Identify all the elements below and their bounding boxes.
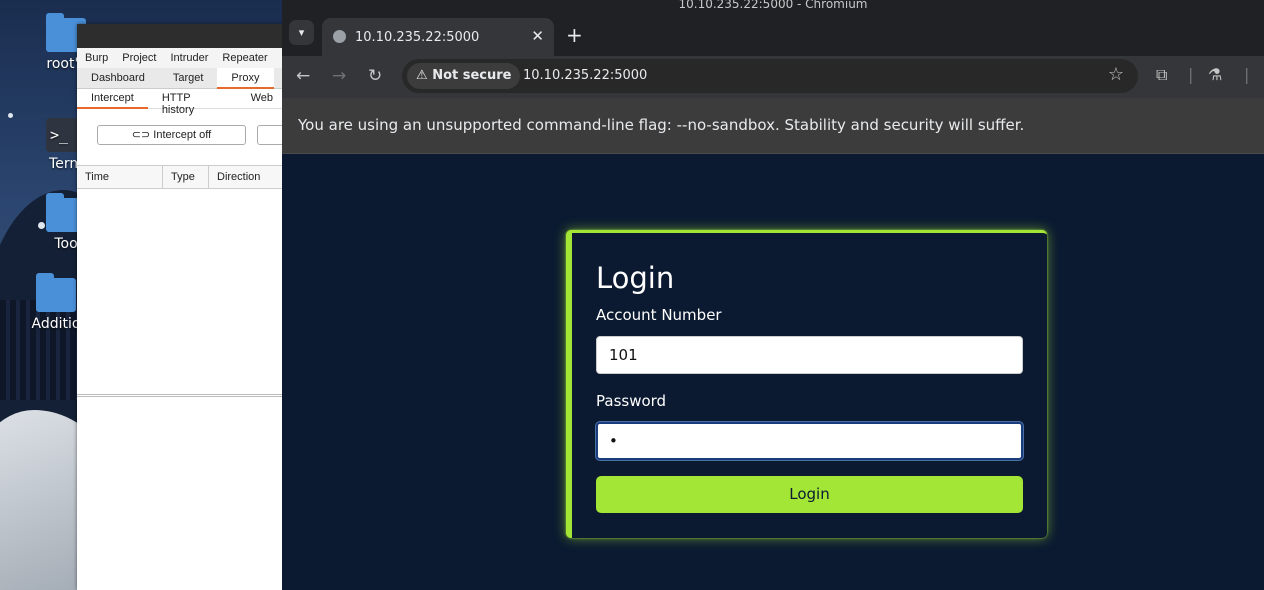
login-button[interactable]: Login [596, 476, 1023, 513]
chromium-window: 10.10.235.22:5000 - Chromium ▾ 10.10.235… [282, 0, 1264, 590]
account-number-input[interactable]: 101 [596, 336, 1023, 374]
toolbar-separator: | [1244, 65, 1250, 84]
tab-http-history[interactable]: HTTP history [148, 89, 237, 116]
toolbar-separator: | [1188, 65, 1194, 84]
password-input[interactable]: • [596, 422, 1023, 460]
reload-icon[interactable]: ↻ [368, 66, 382, 86]
globe-icon [333, 30, 346, 43]
burp-menubar: Burp Project Intruder Repeater [77, 48, 287, 68]
unsupported-flag-infobar: You are using an unsupported command-lin… [282, 98, 1264, 154]
extensions-puzzle-icon[interactable]: ⧉ [1156, 65, 1167, 85]
menu-repeater[interactable]: Repeater [222, 52, 267, 64]
security-chip-label: Not secure [432, 68, 512, 83]
desktop-icon-label: Too [54, 236, 78, 252]
warning-icon: ⚠ [416, 68, 433, 83]
forward-arrow-icon[interactable]: → [332, 66, 346, 86]
folder-icon [36, 273, 76, 312]
dock-indicator-dot [38, 222, 45, 229]
tab-intercept[interactable]: Intercept [77, 89, 148, 109]
tab-target[interactable]: Target [159, 68, 218, 89]
login-card: Login Account Number 101 Password • Logi… [566, 230, 1047, 538]
intercept-table-header: Time Type Direction [77, 165, 287, 189]
column-header-time[interactable]: Time [77, 166, 163, 188]
bookmark-star-icon[interactable]: ☆ [1108, 64, 1124, 85]
back-arrow-icon[interactable]: ← [296, 66, 310, 86]
menu-intruder[interactable]: Intruder [171, 52, 209, 64]
new-tab-plus-icon[interactable]: + [566, 23, 583, 47]
column-header-type[interactable]: Type [163, 166, 209, 188]
tab-websockets[interactable]: Web [237, 89, 287, 109]
tab-dashboard[interactable]: Dashboard [77, 68, 159, 89]
account-number-label: Account Number [596, 306, 722, 324]
tab-title: 10.10.235.22:5000 [355, 30, 480, 45]
intercept-toggle-label: Intercept off [153, 129, 212, 141]
address-bar[interactable]: ⚠ Not secure 10.10.235.22:5000 ☆ [402, 59, 1138, 93]
toggle-icon: ⊂⊃ [131, 129, 154, 141]
labs-flask-icon[interactable]: ⚗ [1208, 65, 1222, 84]
browser-tab[interactable]: 10.10.235.22:5000 ✕ [322, 18, 554, 56]
intercept-toggle-button[interactable]: ⊂⊃ Intercept off [97, 125, 246, 145]
burp-proxy-subtabs: Intercept HTTP history Web [77, 89, 287, 116]
column-header-direction[interactable]: Direction [209, 166, 287, 188]
tab-proxy[interactable]: Proxy [217, 68, 274, 89]
security-chip[interactable]: ⚠ Not secure [407, 63, 521, 89]
close-icon[interactable]: ✕ [531, 27, 544, 45]
chevron-down-icon: ▾ [298, 26, 305, 39]
url-text[interactable]: 10.10.235.22:5000 [523, 68, 647, 83]
menu-burp[interactable]: Burp [85, 52, 108, 64]
menu-project[interactable]: Project [122, 52, 156, 64]
burp-main-tabs: Dashboard Target Proxy [77, 68, 287, 89]
tab-search-button[interactable]: ▾ [289, 20, 314, 45]
window-title: 10.10.235.22:5000 - Chromium [282, 0, 1264, 12]
split-pane-divider[interactable] [77, 394, 287, 397]
dock-indicator-dot [8, 113, 13, 118]
browser-toolbar: ← → ↻ ⚠ Not secure 10.10.235.22:5000 ☆ ⧉… [282, 56, 1264, 98]
login-title: Login [596, 261, 675, 295]
infobar-message: You are using an unsupported command-lin… [298, 116, 1025, 134]
desktop-icon-label: Additio [31, 316, 81, 332]
web-page: Login Account Number 101 Password • Logi… [282, 154, 1264, 590]
password-label: Password [596, 392, 667, 410]
intercept-toolbar: ⊂⊃ Intercept off [77, 109, 297, 165]
burp-titlebar [77, 24, 287, 48]
tab-strip: ▾ 10.10.235.22:5000 ✕ + [282, 12, 1264, 56]
burp-window: Burp Project Intruder Repeater Dashboard… [77, 24, 297, 590]
